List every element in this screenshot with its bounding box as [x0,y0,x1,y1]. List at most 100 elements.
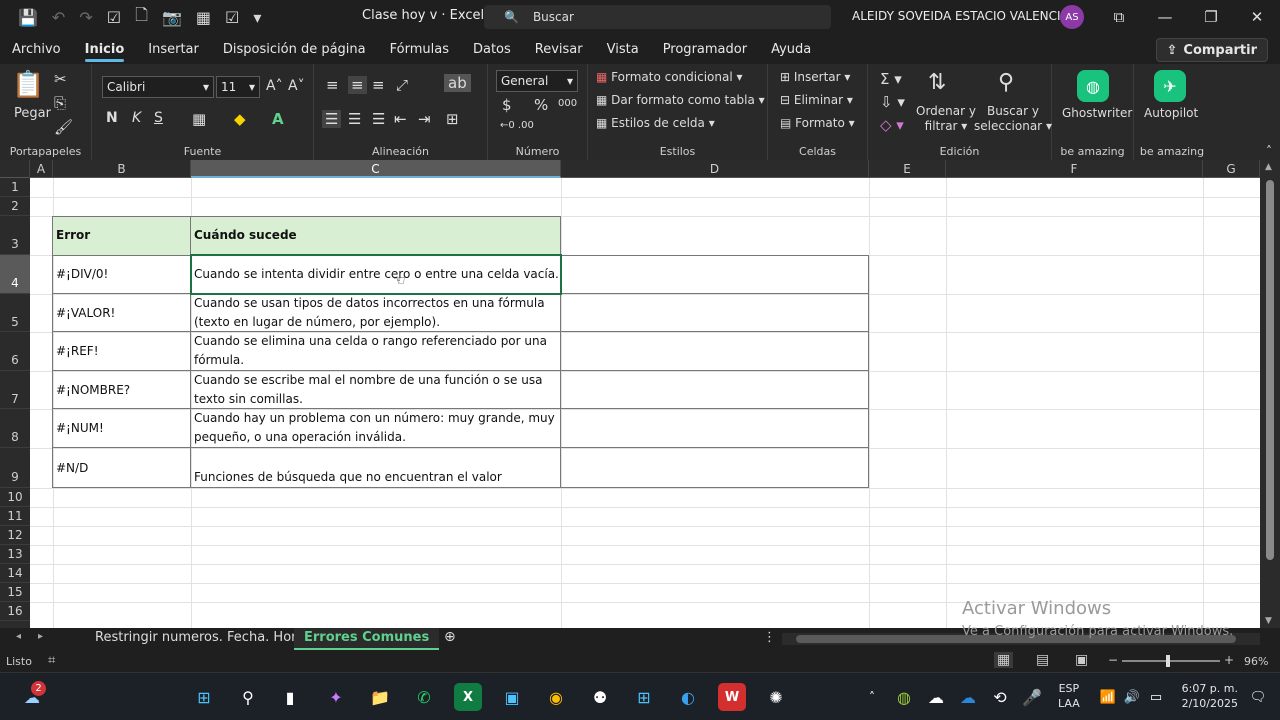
align-left-icon[interactable]: ☰ [322,110,342,128]
row-header[interactable]: 7 [0,371,30,409]
insert-cells-button[interactable]: ⊞ Insertar ▾ [780,70,850,84]
page-layout-icon[interactable]: ▤ [1036,652,1049,668]
clock[interactable]: 6:07 p. m. 2/10/2025 [1176,681,1238,711]
ribbon-display-icon[interactable]: ⧉ [1096,8,1142,26]
italic-button[interactable]: K [132,110,141,126]
font-size-select[interactable]: 11 ▾ [216,76,260,98]
tab-insertar[interactable]: Insertar [136,34,211,64]
header-cell-when[interactable]: Cuándo sucede [191,216,561,255]
sort-filter-button[interactable]: Ordenar y filtrar ▾ [916,104,976,134]
autosum-icon[interactable]: Σ ▾ [880,70,902,88]
tab-programador[interactable]: Programador [651,34,759,64]
add-sheet-icon[interactable]: ⊕ [444,629,456,645]
row-header[interactable]: 9 [0,448,30,488]
customize-qat-icon[interactable]: ▾ [253,8,261,27]
whatsapp-icon[interactable]: ✆ [410,683,438,711]
prev-sheet-icon[interactable]: ◂ [16,631,21,642]
row-header[interactable]: 2 [0,197,30,216]
percent-icon[interactable]: % [534,96,548,114]
underline-button[interactable]: S [154,110,163,126]
tab-formulas[interactable]: Fórmulas [378,34,461,64]
paste-button[interactable]: Pegar [14,106,51,121]
tab-disposicion[interactable]: Disposición de página [211,34,378,64]
fill-icon[interactable]: ⇩ ▾ [880,93,905,111]
font-name-select[interactable]: Calibri ▾ [102,76,214,98]
error-cell[interactable]: #¡VALOR! [53,294,191,332]
avatar[interactable]: AS [1060,5,1084,29]
copy-icon[interactable]: ⎘ [54,94,66,112]
orientation-icon[interactable]: ⤢ [396,76,408,94]
align-right-icon[interactable]: ☰ [372,110,385,128]
checkbox-icon[interactable]: ☑ [107,8,121,27]
header-cell-error[interactable]: Error [53,216,191,255]
decrease-font-icon[interactable]: A˅ [288,78,305,94]
camera-icon[interactable]: 📷 [162,8,182,27]
onedrive-icon[interactable]: ☁ [954,683,982,711]
copilot-icon[interactable]: ✦ [322,683,350,711]
format-as-table-button[interactable]: ▦ Dar formato como tabla ▾ [596,93,765,107]
wps-icon[interactable]: W [718,683,746,711]
align-center-icon[interactable]: ☰ [348,110,361,128]
zoom-slider[interactable] [1122,660,1220,662]
thousands-icon[interactable]: 000 [558,98,577,109]
zoom-out-icon[interactable]: − [1108,653,1118,667]
tray-cloud-icon[interactable]: ☁ [922,683,950,711]
format-cells-button[interactable]: ▤ Formato ▾ [780,116,855,130]
error-cell[interactable]: #¡REF! [53,332,191,371]
start-icon[interactable]: ⊞ [190,683,218,711]
column-header-f[interactable]: F [946,160,1203,178]
search-box[interactable]: 🔍 Buscar [484,5,831,29]
share-button[interactable]: ⇪ Compartir [1155,38,1268,62]
row-header[interactable]: 15 [0,583,30,602]
tab-revisar[interactable]: Revisar [523,34,595,64]
chrome-icon[interactable]: ◉ [542,683,570,711]
description-cell[interactable]: Funciones de búsqueda que no encuentran … [191,448,561,488]
font-color-icon[interactable]: A [272,110,284,128]
decrease-indent-icon[interactable]: ⇤ [394,110,407,128]
row-header[interactable]: 13 [0,545,30,564]
notifications-icon[interactable]: 🗨 [1244,683,1272,711]
file-explorer-icon[interactable]: 📁 [366,683,394,711]
tray-chevron-icon[interactable]: ˄ [858,683,886,711]
zoom-level[interactable]: 96% [1244,655,1268,668]
page-break-icon[interactable]: ▣ [1075,652,1088,668]
language-indicator[interactable]: ESP LAA [1058,681,1080,711]
error-cell[interactable]: #N/D [53,448,191,488]
align-middle-icon[interactable]: ≡ [348,76,367,94]
minimize-icon[interactable]: — [1142,8,1188,26]
row-header[interactable]: 14 [0,564,30,583]
row-header[interactable]: 12 [0,526,30,545]
column-header-d[interactable]: D [561,160,869,178]
delete-cells-button[interactable]: ⊟ Eliminar ▾ [780,93,853,107]
scroll-down-icon[interactable]: ▼ [1265,616,1272,626]
app-icon[interactable]: ⚉ [586,683,614,711]
bold-button[interactable]: N [106,110,118,126]
cell-styles-button[interactable]: ▦ Estilos de celda ▾ [596,116,715,130]
ghostwriter-button[interactable]: Ghostwriter [1062,106,1132,120]
autopilot-icon[interactable]: ✈ [1154,70,1186,102]
row-header[interactable]: 4 [0,255,30,294]
collapse-ribbon-icon[interactable]: ˄ [1266,144,1272,158]
search-icon[interactable]: ⚲ [234,683,262,711]
number-format-select[interactable]: General ▾ [496,70,578,92]
row-header[interactable]: 8 [0,409,30,448]
battery-icon[interactable]: ▭ [1142,683,1170,711]
find-select-icon[interactable]: ⚲ [998,70,1014,95]
paste-icon[interactable]: 📋 [12,70,44,100]
ms-store-icon[interactable]: ⊞ [630,683,658,711]
chatgpt-icon[interactable]: ✺ [762,683,790,711]
save-icon[interactable]: 💾 [18,8,38,27]
row-header[interactable]: 6 [0,332,30,371]
increase-font-icon[interactable]: A˄ [266,78,283,94]
tab-vista[interactable]: Vista [595,34,651,64]
row-header[interactable]: 11 [0,507,30,526]
worksheet-grid[interactable]: Error Cuándo sucede #¡DIV/0! Cuando se i… [30,178,1260,628]
fill-color-icon[interactable]: ◆ [234,110,246,128]
column-header-b[interactable]: B [53,160,191,178]
zoom-slider-thumb[interactable] [1166,655,1170,667]
row-header[interactable]: 10 [0,488,30,507]
tray-app-icon[interactable]: ◍ [890,683,918,711]
vertical-scroll-thumb[interactable] [1266,180,1274,560]
tab-inicio[interactable]: Inicio [73,34,137,64]
tray-sync-icon[interactable]: ⟲ [986,683,1014,711]
